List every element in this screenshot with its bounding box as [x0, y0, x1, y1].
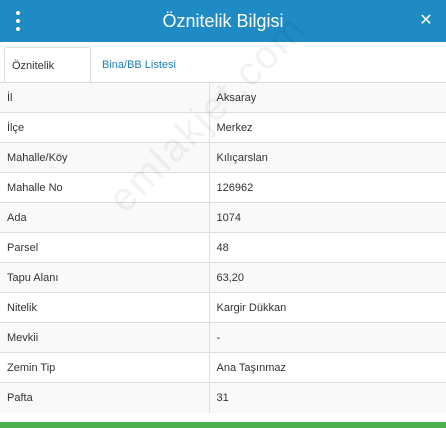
row-value: Aksaray [209, 82, 446, 113]
row-key: İl [0, 82, 210, 113]
row-key: Pafta [0, 382, 210, 413]
tab-bar: Öznitelik Bilgisi Bina/BB Listesi [0, 42, 446, 108]
attribute-table: İl Aksaray İlçe Merkez Mahalle/Köy Kılıç… [0, 82, 446, 413]
row-key: Tapu Alanı [0, 262, 210, 293]
row-key: Mahalle No [0, 172, 210, 203]
row-value: Merkez [209, 112, 446, 143]
row-value: - [209, 322, 446, 353]
row-key: Parsel [0, 232, 210, 263]
row-value: 48 [209, 232, 446, 263]
table-row: Tapu Alanı 63,20 [0, 262, 446, 293]
row-key: Mahalle/Köy [0, 142, 210, 173]
row-key: Nitelik [0, 292, 210, 323]
row-value: 1074 [209, 202, 446, 233]
table-row: Pafta 31 [0, 382, 446, 413]
tab-bina-bb-listesi[interactable]: Bina/BB Listesi [95, 47, 183, 83]
table-row: Ada 1074 [0, 202, 446, 233]
row-key: Mevkii [0, 322, 210, 353]
bottom-accent-bar [0, 422, 446, 428]
table-row: Parsel 48 [0, 232, 446, 263]
table-row: Nitelik Kargir Dükkan [0, 292, 446, 323]
row-key: İlçe [0, 112, 210, 143]
row-key: Zemin Tip [0, 352, 210, 383]
dialog-header: Öznitelik Bilgisi ✕ [0, 0, 446, 42]
row-key: Ada [0, 202, 210, 233]
row-value: Kılıçarslan [209, 142, 446, 173]
table-row: Mahalle/Köy Kılıçarslan [0, 142, 446, 173]
tab-oznitelik-bilgisi[interactable]: Öznitelik Bilgisi [4, 47, 91, 108]
row-value: 126962 [209, 172, 446, 203]
table-row: İl Aksaray [0, 82, 446, 113]
table-row: Zemin Tip Ana Taşınmaz [0, 352, 446, 383]
table-row: Mahalle No 126962 [0, 172, 446, 203]
row-value: Ana Taşınmaz [209, 352, 446, 383]
close-icon[interactable]: ✕ [416, 11, 436, 31]
dialog-title: Öznitelik Bilgisi [162, 11, 284, 31]
table-row: İlçe Merkez [0, 112, 446, 143]
row-value: 31 [209, 382, 446, 413]
table-row: Mevkii - [0, 322, 446, 353]
row-value: 63,20 [209, 262, 446, 293]
row-value: Kargir Dükkan [209, 292, 446, 323]
